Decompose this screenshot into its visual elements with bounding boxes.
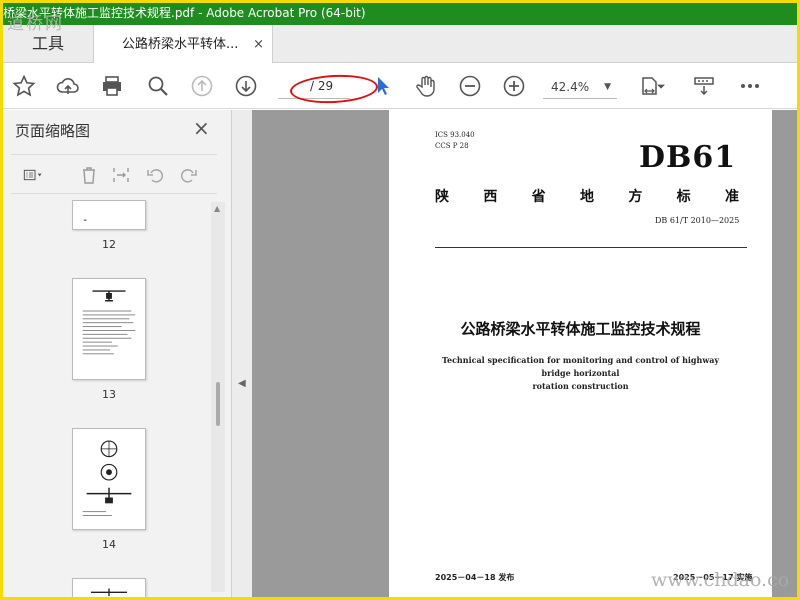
scroll-mode-icon[interactable] [689, 71, 719, 101]
undo-icon[interactable] [143, 163, 167, 187]
insert-page-icon[interactable] [109, 163, 133, 187]
panel-title: 页面缩略图 [15, 122, 91, 140]
toolbar: / 29 42.4% ▼ [3, 63, 797, 109]
tab-document[interactable]: 公路桥梁水平转体... × [93, 25, 273, 64]
thumbnail-panel: 页面缩略图 × 12 13 14 ▲ [3, 110, 232, 597]
watermark-top-left: 道桥网 [7, 14, 64, 34]
scroll-thumb[interactable] [216, 382, 220, 426]
tab-close-icon[interactable]: × [253, 25, 264, 65]
title-bar: 桥梁水平转体施工监控技术规程.pdf - Adobe Acrobat Pro (… [3, 3, 797, 25]
thumbnail-page[interactable] [72, 278, 146, 380]
standard-type-heading: 陕 西 省 地 方 标 准 [435, 189, 739, 205]
thumbnail-page[interactable] [72, 200, 146, 230]
panel-toolbar [11, 154, 217, 194]
scroll-up-icon[interactable]: ▲ [214, 204, 220, 213]
thumbnail-number: 13 [102, 388, 116, 401]
document-title-en: Technical specification for monitoring a… [441, 355, 720, 391]
zoom-select[interactable]: 42.4% ▼ [543, 75, 617, 99]
document-viewer[interactable]: ICS 93.040 CCS P 28 DB61 陕 西 省 地 方 标 准 D… [252, 110, 797, 597]
thumbnail-page[interactable] [72, 428, 146, 530]
redo-icon[interactable] [177, 163, 201, 187]
panel-collapse-handle[interactable]: ◀ [232, 110, 252, 597]
publish-date: 2025－04－18 发布 [435, 573, 515, 582]
zoom-value: 42.4% [551, 80, 590, 94]
upload-icon[interactable] [53, 71, 83, 101]
standard-code: DB61 [639, 140, 737, 175]
ics-code: ICS 93.040 CCS P 28 [435, 131, 475, 150]
hand-icon[interactable] [411, 71, 441, 101]
divider-line [435, 247, 747, 248]
panel-close-icon[interactable]: × [193, 116, 210, 140]
document-title-cn: 公路桥梁水平转体施工监控技术规程 [460, 320, 701, 338]
tab-bar: 工具 公路桥梁水平转体... × [3, 25, 797, 64]
more-icon[interactable] [735, 71, 765, 101]
page-down-icon[interactable] [231, 71, 261, 101]
thumbnail-scrollbar[interactable]: ▲ [211, 202, 225, 592]
print-icon[interactable] [97, 71, 127, 101]
thumbnail-page[interactable] [72, 578, 146, 597]
acrobat-window: 桥梁水平转体施工监控技术规程.pdf - Adobe Acrobat Pro (… [3, 3, 797, 597]
pdf-page: ICS 93.040 CCS P 28 DB61 陕 西 省 地 方 标 准 D… [389, 110, 772, 597]
page-up-icon[interactable] [187, 71, 217, 101]
zoom-out-icon[interactable] [455, 71, 485, 101]
options-menu-icon[interactable] [15, 163, 51, 187]
chevron-left-icon: ◀ [238, 378, 246, 389]
standard-number: DB 61/T 2010—2025 [655, 216, 740, 225]
thumbnail-list: 12 13 14 [3, 200, 211, 597]
thumbnail-number: 12 [102, 238, 116, 251]
chevron-down-icon: ▼ [604, 82, 611, 92]
zoom-in-icon[interactable] [499, 71, 529, 101]
trash-icon[interactable] [77, 163, 101, 187]
tab-document-label: 公路桥梁水平转体... [122, 37, 239, 52]
search-icon[interactable] [143, 71, 173, 101]
star-icon[interactable] [9, 71, 39, 101]
thumbnail-number: 14 [102, 538, 116, 551]
watermark-bottom-right: www.chdao.co [651, 569, 790, 591]
fit-dropdown-icon[interactable] [653, 71, 669, 101]
